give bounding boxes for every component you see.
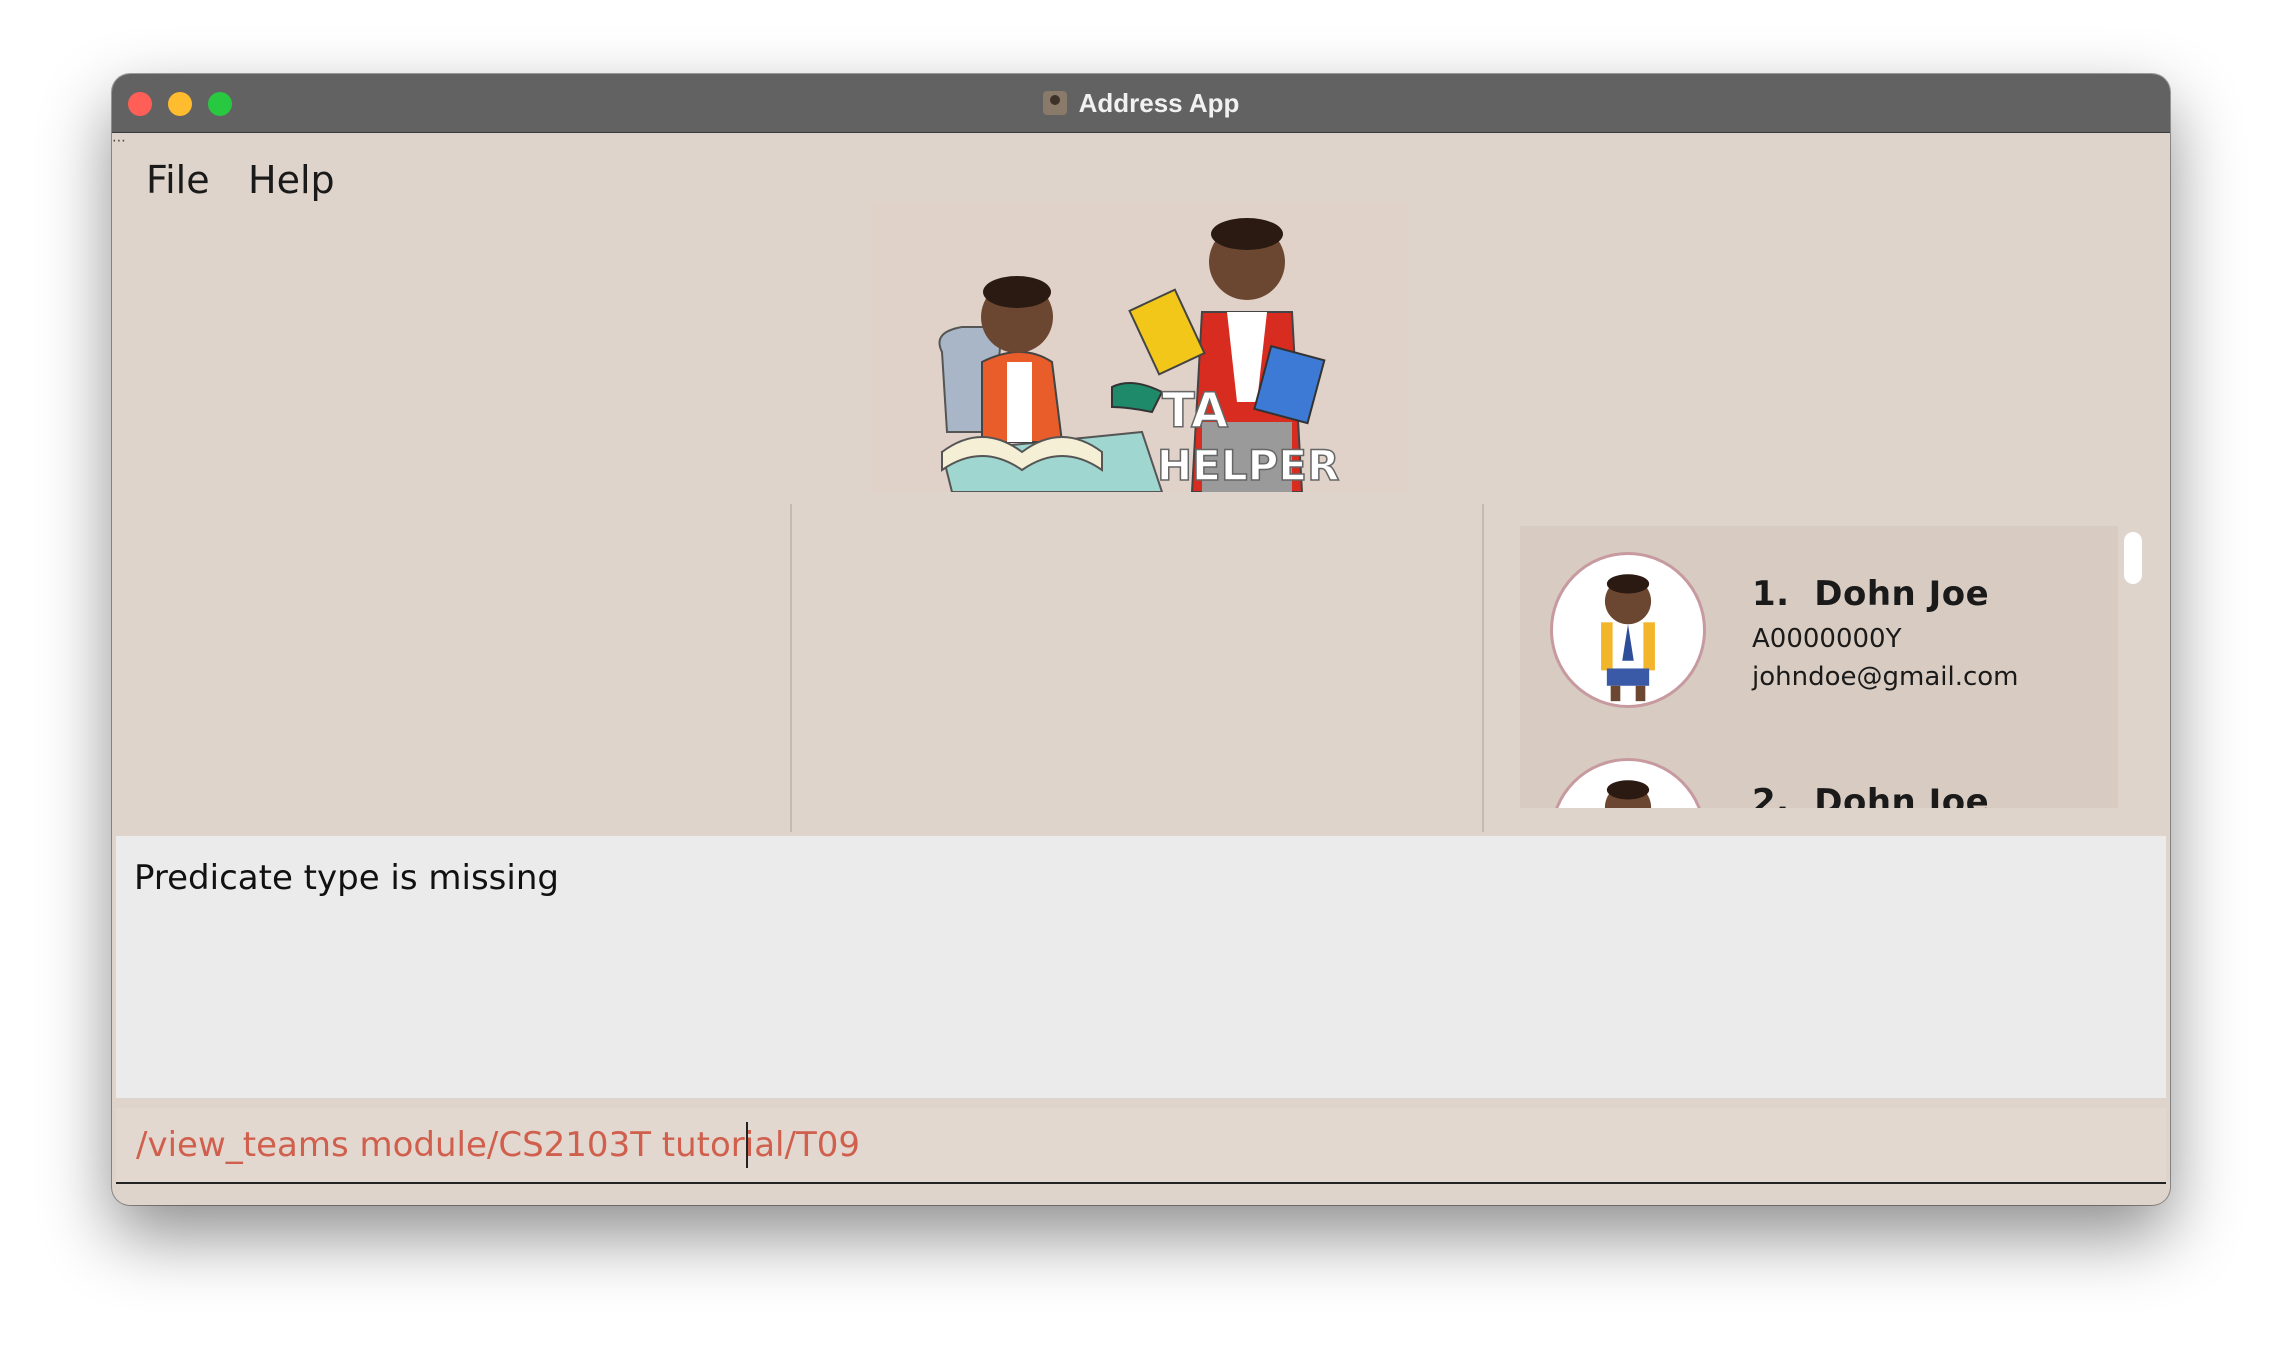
result-display: Predicate type is missing <box>116 836 2166 1098</box>
app-icon <box>1042 91 1067 115</box>
result-message: Predicate type is missing <box>134 858 559 898</box>
student-name: Dohn Joe <box>1814 574 1990 614</box>
menu-file[interactable]: File <box>146 158 210 202</box>
title-bar: Address App <box>112 74 2170 133</box>
ta-helper-banner: TA HELPER <box>872 202 1408 493</box>
student-avatar <box>1550 552 1706 708</box>
student-avatar <box>1550 758 1706 808</box>
student-list-panel[interactable]: 1. Dohn Joe A0000000Y johndoe@gmail.com … <box>1520 526 2118 808</box>
student-list-scrollbar[interactable] <box>2124 532 2142 584</box>
logo-text-helper: HELPER <box>1157 441 1339 490</box>
ta-helper-illustration: TA HELPER <box>938 218 1340 493</box>
student-email: johndoe@gmail.com <box>1752 662 2019 692</box>
student-name: Dohn Joe <box>1814 782 1990 808</box>
window-title-group: Address App <box>112 74 2170 132</box>
text-caret <box>746 1122 748 1168</box>
student-name-row: 1. Dohn Joe <box>1752 574 1989 614</box>
student-card[interactable]: 2. Dohn Joe <box>1520 758 2118 808</box>
student-id: A0000000Y <box>1752 624 1902 654</box>
panel-divider-left <box>790 504 792 832</box>
student-name-row: 2. Dohn Joe <box>1752 782 1989 808</box>
window-title: Address App <box>1078 87 1240 118</box>
student-card[interactable]: 1. Dohn Joe A0000000Y johndoe@gmail.com <box>1520 526 2118 726</box>
logo-text-ta: TA <box>1162 383 1228 439</box>
command-box[interactable] <box>116 1108 2166 1184</box>
menu-help[interactable]: Help <box>248 158 335 202</box>
menu-bar <box>112 132 2170 212</box>
student-index: 2. <box>1752 782 1790 808</box>
student-index: 1. <box>1752 574 1790 614</box>
command-input[interactable] <box>134 1118 2038 1172</box>
panel-divider-right <box>1482 504 1484 832</box>
app-window: Address App ⋯ File Help TA HELPER 1. Doh… <box>112 74 2170 1205</box>
